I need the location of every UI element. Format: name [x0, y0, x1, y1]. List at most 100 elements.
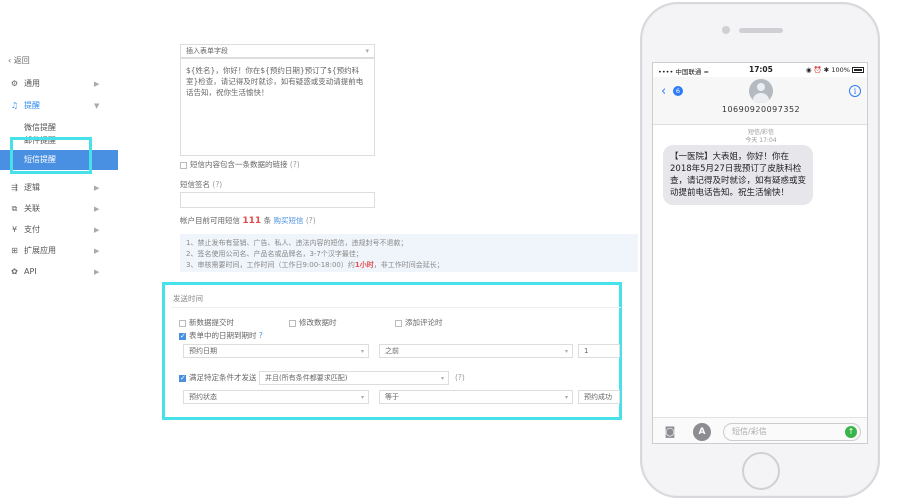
send-time-heading: 发送时间: [173, 294, 203, 303]
amount-input[interactable]: 1: [578, 344, 620, 358]
sidebar-item-general[interactable]: ⚙ 通用 ▶: [0, 73, 118, 95]
phone-screen: •••• 中国联通 ≈ 17:05 ◉ ⏰ ✱ 100% ‹ 6 1069092…: [652, 62, 868, 444]
sidebar-item-label: 支付: [24, 225, 40, 234]
checkbox[interactable]: [179, 319, 186, 327]
back-link[interactable]: ‹ 返回: [8, 55, 30, 66]
sms-balance-unit: 条: [263, 216, 272, 225]
message-timestamp: 今天 17:04: [745, 137, 777, 144]
sms-compose-input[interactable]: 短信/彩信 ↑: [723, 423, 861, 441]
apps-icon: ⊞: [11, 246, 18, 255]
include-link-option[interactable]: 短信内容包含一条数据的链接 (?): [180, 160, 300, 170]
include-link-label: 短信内容包含一条数据的链接: [190, 160, 288, 169]
sign-label-row: 短信签名 (?): [180, 180, 222, 190]
checkbox[interactable]: [395, 319, 402, 327]
phone-mockup: •••• 中国联通 ≈ 17:05 ◉ ⏰ ✱ 100% ‹ 6 1069092…: [640, 2, 880, 498]
opt-modify-data[interactable]: 修改数据时: [289, 318, 337, 328]
opt-add-comment[interactable]: 添加评论时: [395, 318, 443, 328]
earpiece: [739, 28, 783, 33]
checkbox-checked[interactable]: [179, 373, 186, 383]
chevron-right-icon: ▶: [94, 247, 100, 255]
send-time-section: 发送时间 新数据提交时 修改数据时 添加评论时 表单中的日期到期时 ? 预约日期…: [162, 282, 622, 420]
insert-field-select-value: 插入表单字段: [186, 47, 228, 55]
tip-line: 1、禁止发布有营销、广告、私人、违法内容的短信，违规封号不退款；: [186, 239, 408, 247]
sms-tips: 1、禁止发布有营销、广告、私人、违法内容的短信，违规封号不退款； 2、签名使用公…: [180, 234, 638, 272]
opt-condition[interactable]: 满足特定条件才发送: [179, 373, 257, 383]
battery-status: ◉ ⏰ ✱ 100%: [806, 66, 864, 74]
condition-field-select[interactable]: 预约状态 ▾: [183, 390, 369, 404]
tip-line: 2、签名使用公司名、产品名或品牌名，3-7个汉字最佳；: [186, 250, 363, 258]
sidebar-item-label: 关联: [24, 204, 40, 213]
camera-icon[interactable]: ◙: [662, 426, 678, 438]
condition-mode-select[interactable]: 并且(所有条件都要求匹配) ▾: [259, 371, 449, 385]
sidebar: ‹ 返回 ⚙ 通用 ▶ ♫ 提醒 ▼ 微信提醒 邮件提醒 短信提醒 ⇶ 逻辑 ▶…: [0, 45, 118, 445]
sidebar-item-relation[interactable]: ⧉ 关联 ▶: [0, 198, 118, 220]
chevron-down-icon: ▾: [440, 375, 444, 382]
home-button[interactable]: [742, 452, 780, 490]
compose-bar: ◙ A 短信/彩信 ↑: [653, 417, 867, 443]
chevron-down-icon: ▼: [94, 102, 100, 110]
sign-label: 短信签名: [180, 180, 210, 189]
front-camera: [722, 26, 730, 34]
sms-sign-input[interactable]: [180, 192, 375, 208]
info-icon[interactable]: i: [849, 85, 861, 97]
sms-balance-count: 111: [242, 216, 262, 226]
payment-icon: ¥: [11, 225, 18, 234]
message-bubble: 【一医院】大表姐，你好！你在2018年5月27日我预订了皮肤科检查，请记得及时就…: [663, 145, 813, 205]
chevron-right-icon: ▶: [94, 80, 100, 88]
sms-balance-prefix: 帐户目前可用短信: [180, 216, 240, 225]
sidebar-item-label: 提醒: [24, 101, 40, 110]
help-icon[interactable]: (?): [455, 373, 465, 383]
chevron-right-icon: ▶: [94, 205, 100, 213]
opt-new-data[interactable]: 新数据提交时: [179, 318, 234, 328]
send-arrow-icon[interactable]: ↑: [845, 426, 857, 438]
unread-badge: 6: [673, 86, 683, 96]
insert-field-select[interactable]: 插入表单字段 ▾: [180, 44, 375, 58]
chevron-down-icon: ▾: [365, 47, 369, 55]
contact-avatar[interactable]: [749, 79, 773, 103]
checkbox-checked[interactable]: [179, 331, 186, 341]
chevron-right-icon: ▶: [94, 268, 100, 276]
tip-line: 3、审核需要时间，工作时间（工作日9:00-18:00）约1小时，非工作时间会延…: [186, 261, 444, 269]
chevron-right-icon: ▶: [94, 226, 100, 234]
sidebar-item-logic[interactable]: ⇶ 逻辑 ▶: [0, 177, 118, 199]
tip-highlight: 1小时: [354, 261, 374, 269]
relation-select[interactable]: 之前 ▾: [379, 344, 573, 358]
date-field-select[interactable]: 预约日期 ▾: [183, 344, 369, 358]
status-bar: •••• 中国联通 ≈ 17:05 ◉ ⏰ ✱ 100%: [653, 63, 867, 77]
condition-operator-select[interactable]: 等于 ▾: [379, 390, 573, 404]
carrier-label: •••• 中国联通 ≈: [658, 68, 709, 76]
app-store-icon[interactable]: A: [693, 423, 711, 441]
sidebar-item-reminder[interactable]: ♫ 提醒 ▼: [0, 95, 118, 117]
help-icon[interactable]: (?): [212, 180, 222, 189]
chevron-down-icon: ▾: [360, 348, 364, 355]
gear-icon: ⚙: [10, 79, 19, 88]
divider: [171, 307, 621, 308]
sms-balance-row: 帐户目前可用短信 111 条 购买短信 (?): [180, 216, 316, 226]
help-icon[interactable]: ?: [259, 331, 263, 340]
help-icon[interactable]: (?): [306, 216, 316, 225]
battery-icon: [852, 67, 864, 73]
sidebar-item-apps[interactable]: ⊞ 扩展应用 ▶: [0, 240, 118, 262]
highlight-box-sms-reminder: [10, 137, 92, 174]
sidebar-item-label: 逻辑: [24, 183, 40, 192]
compose-placeholder: 短信/彩信: [732, 427, 767, 436]
status-time: 17:05: [749, 65, 773, 74]
checkbox[interactable]: [289, 319, 296, 327]
sms-template-textarea[interactable]: ${姓名}，你好！你在${预约日期}预订了${预约科室}检查，请记得及时就诊，如…: [180, 58, 375, 156]
chevron-down-icon: ▾: [564, 394, 568, 401]
bell-icon: ♫: [10, 101, 19, 110]
opt-date-field-due[interactable]: 表单中的日期到期时 ?: [179, 331, 263, 341]
sidebar-item-label: 通用: [24, 79, 40, 88]
sidebar-item-payment[interactable]: ¥ 支付 ▶: [0, 219, 118, 241]
back-chevron-icon[interactable]: ‹: [661, 85, 666, 99]
logic-icon: ⇶: [11, 183, 18, 192]
help-icon[interactable]: (?): [290, 160, 300, 169]
sender-number: 10690920097352: [721, 105, 801, 114]
sidebar-item-api[interactable]: ✿ API ▶: [0, 261, 118, 283]
buy-sms-link[interactable]: 购买短信: [273, 216, 303, 225]
condition-value-input[interactable]: 预约成功: [578, 390, 620, 404]
chevron-right-icon: ▶: [94, 184, 100, 192]
include-link-checkbox[interactable]: [180, 161, 187, 169]
api-icon: ✿: [11, 267, 18, 276]
link-icon: ⧉: [11, 204, 18, 213]
